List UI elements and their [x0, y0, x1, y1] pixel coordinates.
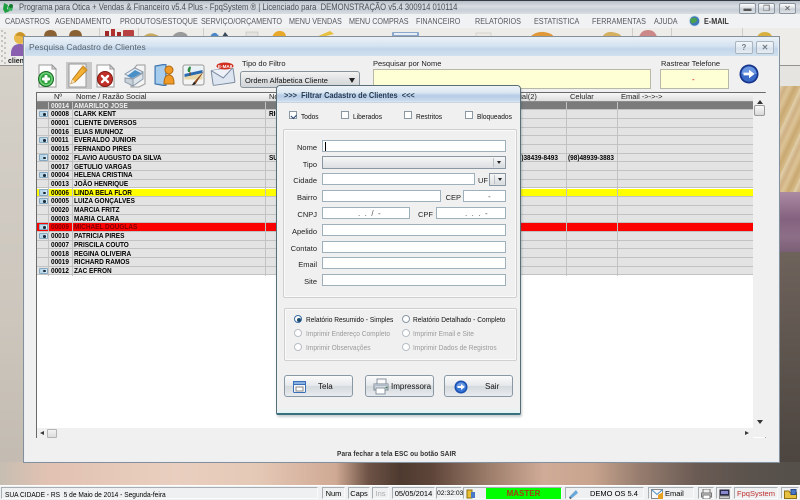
- svg-text:E-MAIL: E-MAIL: [218, 64, 234, 69]
